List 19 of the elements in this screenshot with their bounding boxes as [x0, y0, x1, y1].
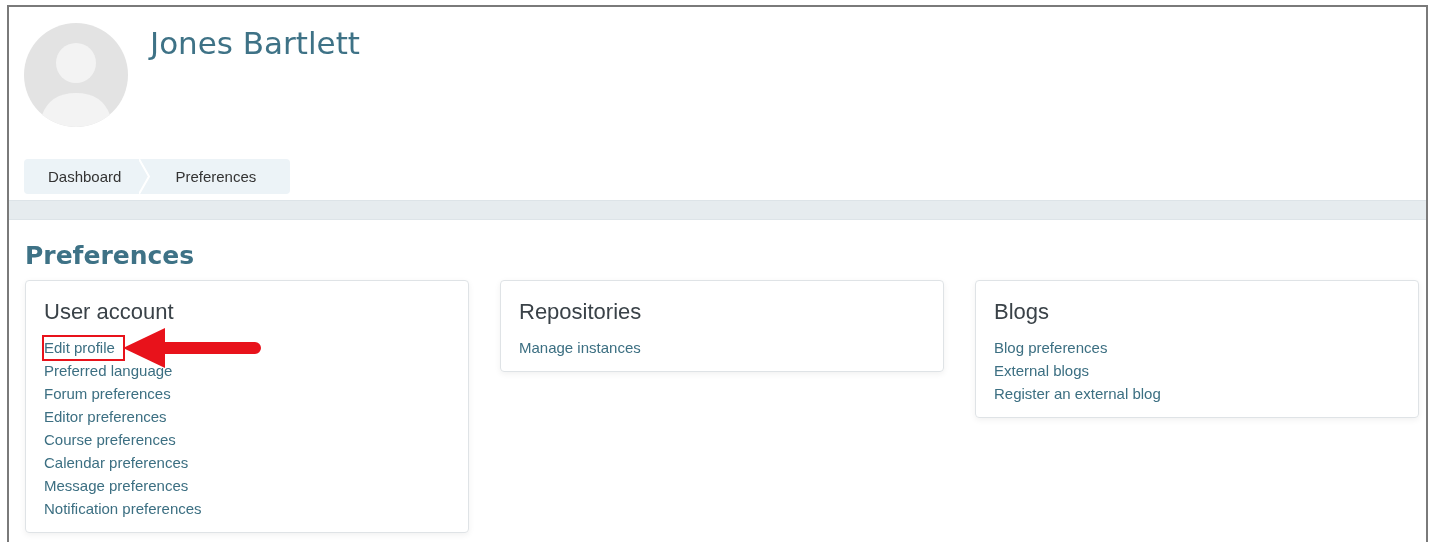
preference-link[interactable]: Editor preferences [44, 405, 167, 428]
preference-link[interactable]: Preferred language [44, 359, 173, 382]
preference-link[interactable]: Course preferences [44, 428, 176, 451]
breadcrumb-link[interactable]: Dashboard [24, 159, 140, 194]
preference-link[interactable]: Notification preferences [44, 497, 202, 520]
preference-link[interactable]: Edit profile [44, 336, 123, 359]
preference-link[interactable]: Calendar preferences [44, 451, 189, 474]
preference-link[interactable]: Register an external blog [994, 382, 1161, 405]
page-title: Preferences [25, 240, 196, 272]
preference-link[interactable]: Manage instances [519, 336, 641, 359]
card-title: User account [44, 298, 175, 326]
preference-link[interactable]: External blogs [994, 359, 1090, 382]
breadcrumb-link[interactable]: Preferences [151, 159, 275, 194]
preference-link[interactable]: Blog preferences [994, 336, 1108, 359]
preference-link[interactable]: Message preferences [44, 474, 189, 497]
card-title: Blogs [994, 298, 1051, 326]
user-name: Jones Bartlett [150, 24, 360, 63]
preference-link[interactable]: Forum preferences [44, 382, 171, 405]
card-title: Repositories [519, 298, 643, 326]
